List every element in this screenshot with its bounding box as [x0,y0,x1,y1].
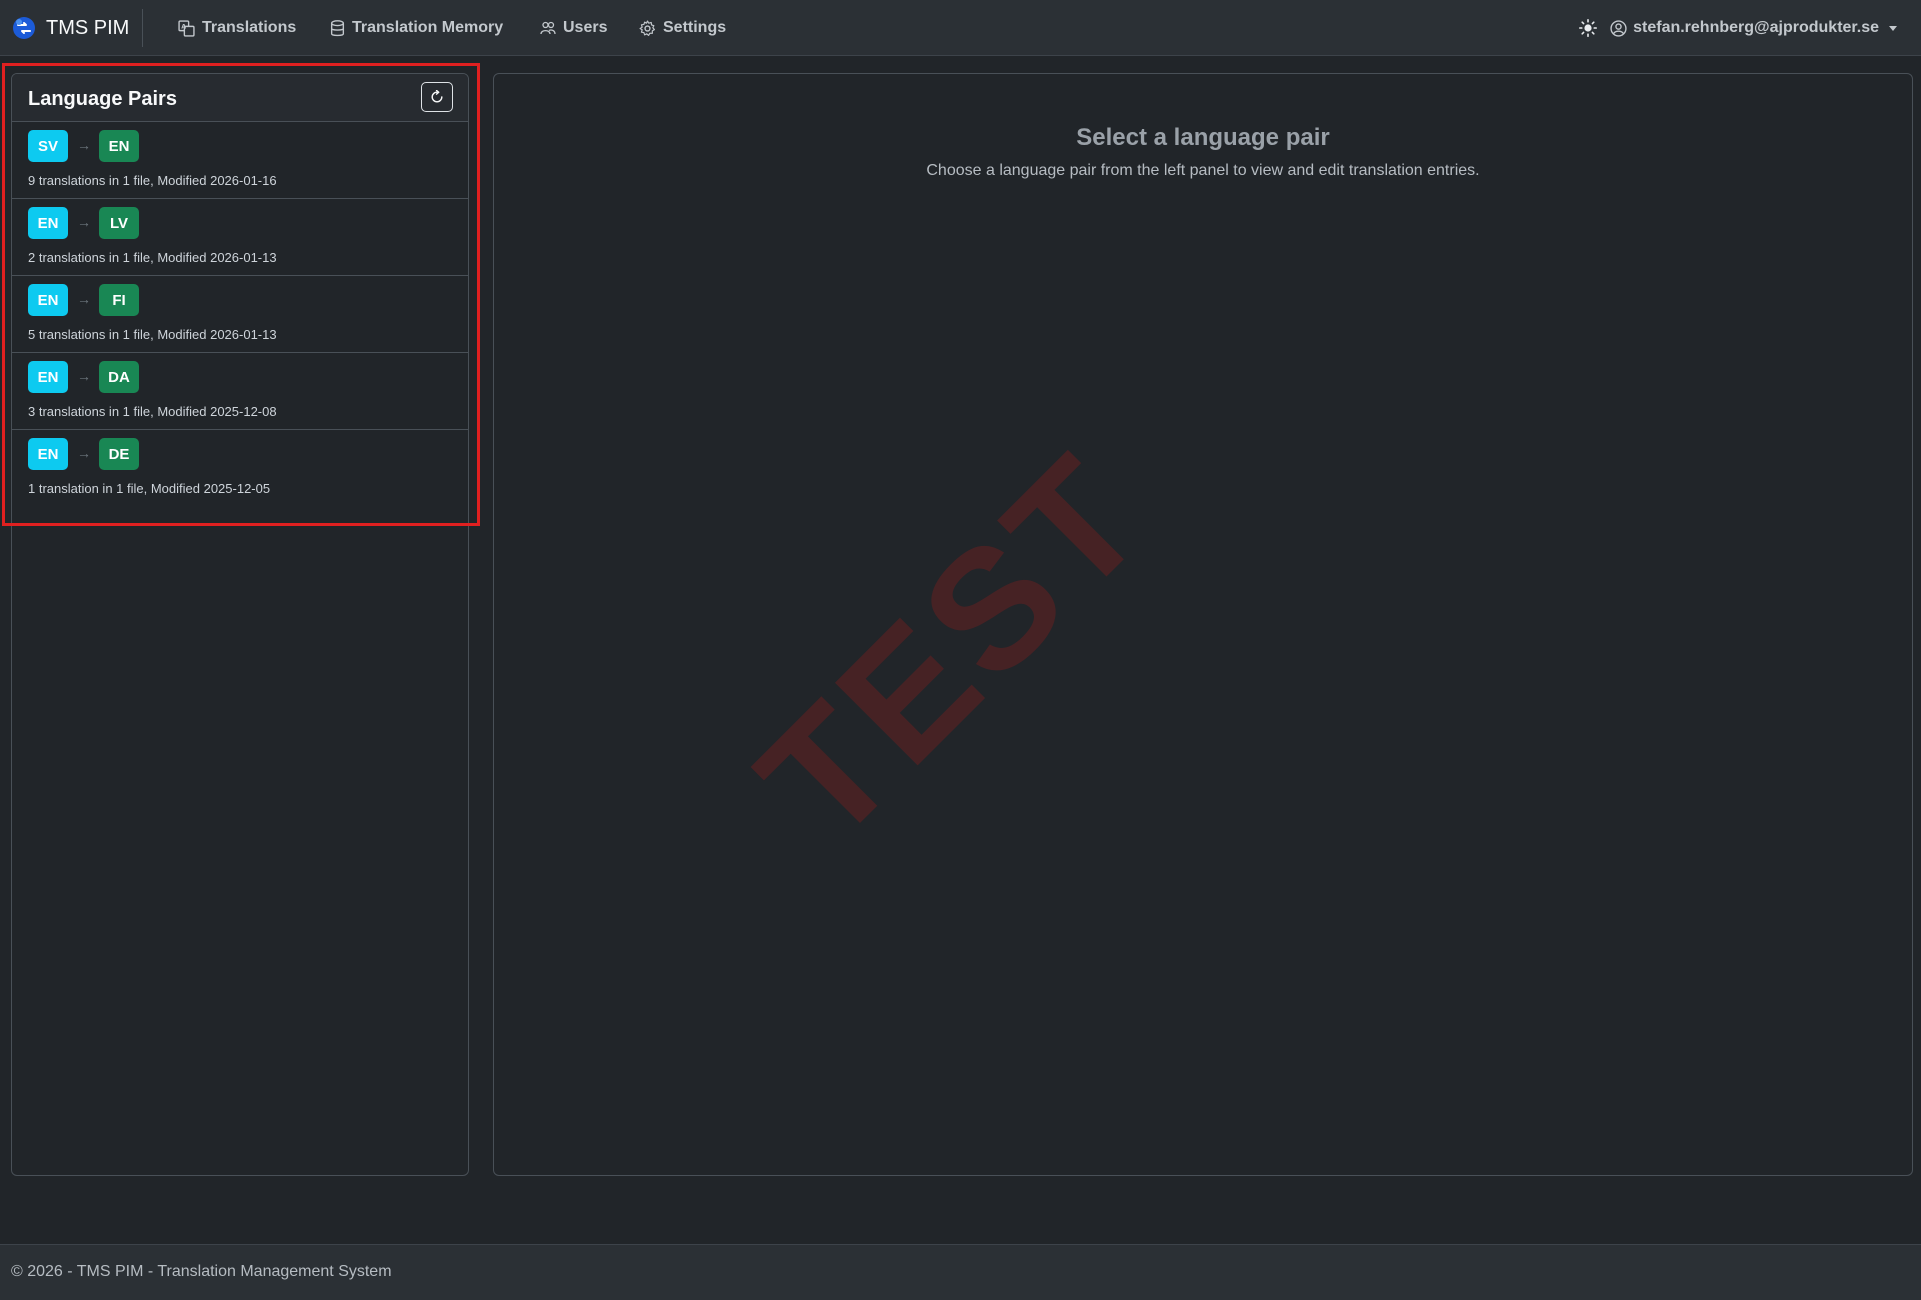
source-language-badge: EN [28,284,68,316]
empty-state-subtitle: Choose a language pair from the left pan… [926,162,1480,179]
source-language-badge: EN [28,438,68,470]
arrow-right-icon: → [77,137,91,153]
language-pair-item[interactable]: EN → LV 2 translations in 1 file, Modifi… [12,199,468,276]
sun-icon [1579,19,1597,37]
target-language-badge: FI [99,284,139,316]
source-language-badge: SV [28,130,68,162]
user-menu-dropdown[interactable]: stefan.rehnberg@ajprodukter.se [1610,0,1897,56]
chevron-down-icon [1889,25,1897,31]
svg-text:A: A [181,22,186,30]
empty-state-title: Select a language pair [1076,124,1330,151]
language-pairs-title: Language Pairs [28,88,177,110]
user-circle-icon [1610,19,1627,37]
brand-link[interactable]: TMS PIM [12,0,129,56]
database-icon [330,19,345,36]
translate-icon: A [178,19,195,37]
target-language-badge: LV [99,207,139,239]
source-language-badge: EN [28,361,68,393]
translation-entries-panel: Select a language pair Choose a language… [493,73,1913,1176]
nav-translation-memory[interactable]: Translation Memory [330,0,503,56]
language-pair-item[interactable]: SV → EN 9 translations in 1 file, Modifi… [12,122,468,199]
arrow-right-icon: → [77,445,91,461]
arrow-right-icon: → [77,214,91,230]
theme-toggle-button[interactable] [1575,15,1601,41]
nav-users-label: Users [563,19,608,36]
pair-info-text: 5 translations in 1 file, Modified 2026-… [28,327,277,342]
language-pair-item[interactable]: EN → DE 1 translation in 1 file, Modifie… [12,430,468,507]
pair-info-text: 1 translation in 1 file, Modified 2025-1… [28,481,271,496]
refresh-icon [431,90,443,103]
nav-translations-label: Translations [202,19,297,36]
pair-info-text: 2 translations in 1 file, Modified 2026-… [28,250,277,265]
target-language-badge: DE [99,438,139,470]
language-pairs-panel: Language Pairs SV → EN 9 translations in… [11,73,469,1176]
language-pair-item[interactable]: EN → FI 5 translations in 1 file, Modifi… [12,276,468,353]
source-language-badge: EN [28,207,68,239]
nav-settings[interactable]: Settings [639,0,726,56]
nav-users[interactable]: Users [540,0,607,56]
users-icon [540,21,556,35]
target-language-badge: EN [99,130,139,162]
nav-settings-label: Settings [663,19,727,36]
pair-info-text: 9 translations in 1 file, Modified 2026-… [28,173,277,188]
footer-copyright: © 2026 - TMS PIM - Translation Managemen… [11,1263,392,1280]
refresh-button[interactable] [421,82,453,112]
pair-info-text: 3 translations in 1 file, Modified 2025-… [28,404,277,419]
brand-name: TMS PIM [46,16,130,39]
brand-logo-icon [13,17,35,39]
nav-translation-memory-label: Translation Memory [352,19,504,36]
target-language-badge: DA [99,361,139,393]
arrow-right-icon: → [77,368,91,384]
nav-translations[interactable]: A Translations [178,0,296,56]
language-pair-item[interactable]: EN → DA 3 translations in 1 file, Modifi… [12,353,468,430]
language-pairs-header: Language Pairs [12,74,468,122]
top-navbar: TMS PIM A Translations Translation Memor… [0,0,1921,56]
user-email: stefan.rehnberg@ajprodukter.se [1633,19,1879,36]
gear-icon [639,19,655,36]
navbar-divider [142,9,143,47]
page-footer: © 2026 - TMS PIM - Translation Managemen… [0,1244,1921,1300]
arrow-right-icon: → [77,291,91,307]
language-pair-list: SV → EN 9 translations in 1 file, Modifi… [12,122,468,507]
